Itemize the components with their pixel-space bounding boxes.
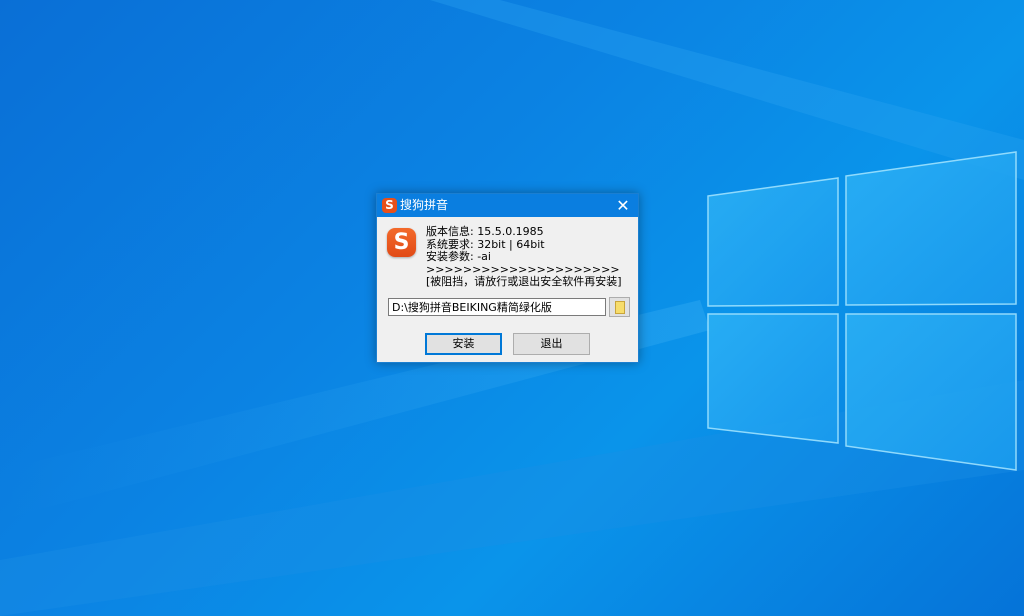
windows-logo [707,151,1017,471]
blocked-warning: [被阻挡，请放行或退出安全软件再安装] [426,275,622,288]
version-info: 版本信息: 15.5.0.1985 [426,225,544,238]
close-icon[interactable]: ✕ [608,194,638,217]
sogou-icon: S [382,198,397,213]
browse-folder-button[interactable] [609,297,630,317]
window-title: 搜狗拼音 [400,198,449,212]
exit-button[interactable]: 退出 [513,333,590,355]
install-params: 安装参数: -ai [426,250,491,263]
desktop: S 搜狗拼音 ✕ S 版本信息: 15.5.0.1985 系统要求: 32bit… [0,0,1024,616]
logo-letter: S [393,230,410,255]
sogou-logo-icon: S [387,228,416,257]
folder-icon [615,301,625,314]
installer-dialog: S 搜狗拼音 ✕ S 版本信息: 15.5.0.1985 系统要求: 32bit… [376,193,639,363]
install-button[interactable]: 安装 [425,333,502,355]
info-block: 版本信息: 15.5.0.1985 系统要求: 32bit | 64bit 安装… [426,225,636,289]
title-bar[interactable]: S 搜狗拼音 ✕ [377,194,638,217]
install-path-input[interactable] [388,298,606,316]
